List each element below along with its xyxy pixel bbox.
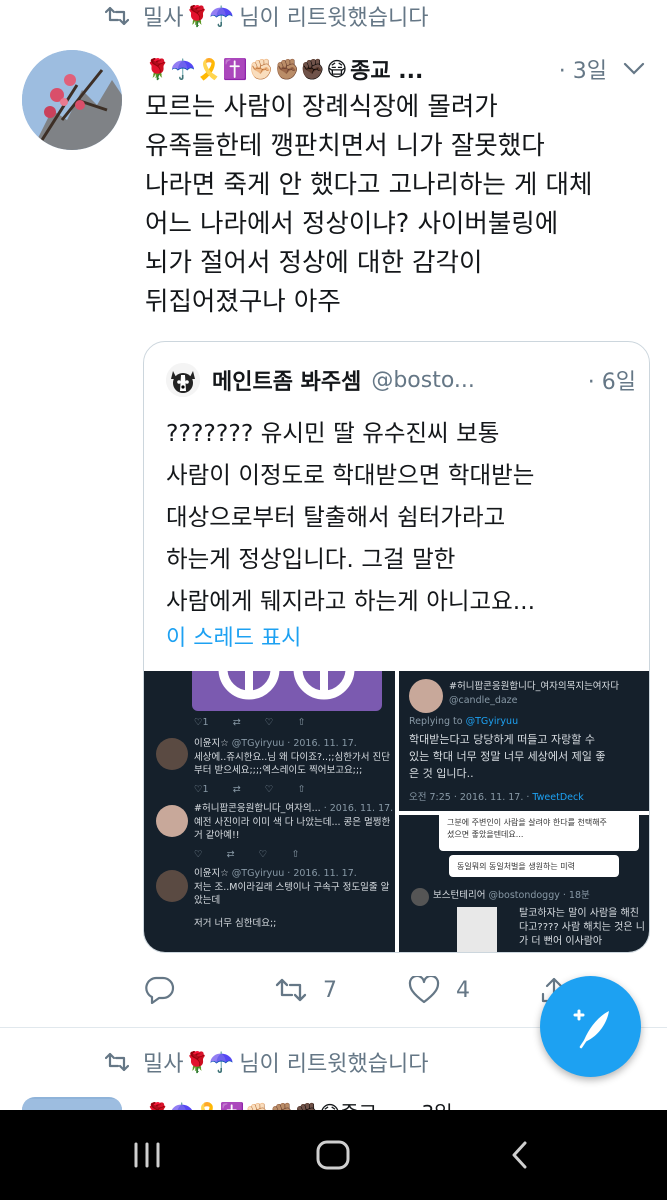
reply-icon <box>145 976 175 1004</box>
mini-body: 탈코하자는 말이 사람을 해친 <box>519 908 639 919</box>
retweet-action-text: 님이 리트윗했습니다 <box>239 6 429 31</box>
retweeter-name[interactable]: 밀사 <box>143 1046 183 1078</box>
mini-body: 학대받는다고 당당하게 떠들고 자랑할 수 <box>409 733 596 746</box>
retweet-action-text: 님이 리트윗했습니다 <box>239 1052 429 1077</box>
media-grid: ♡1 ⇄ ♡ ⇧ 이윤지☆ @TGyiryuu · 2016. 11. 17. … <box>144 671 649 952</box>
mini-avatar <box>156 870 188 902</box>
next-tweet-header: 🌹☂️🎗️✝️✊🏻✊🏽✊🏿😷종교 ... · 3일 <box>145 1097 645 1111</box>
tweet-time[interactable]: · 3일 <box>559 53 607 85</box>
mini-tweet: 보스턴테리어 @bostondoggy · 18분 <box>433 890 590 901</box>
mini-handle: @candle_daze <box>449 695 518 706</box>
retweeter-name[interactable]: 밀사 <box>143 0 183 32</box>
display-name[interactable]: 종교 ... <box>350 53 423 85</box>
mini-avatar <box>409 679 443 713</box>
retweet-icon <box>105 1052 131 1072</box>
quoted-tweet-card[interactable]: 메인트좀 봐주셈 @bosto... · 6일 ??????? 유시민 딸 유수… <box>143 341 650 953</box>
quoted-text-line: 하는게 정상입니다. 그걸 말한 <box>166 545 456 573</box>
mini-text: 그분에 주변인이 사람을 살려야 한다를 천택해주 <box>447 818 607 827</box>
media-image-1[interactable]: ♡1 ⇄ ♡ ⇧ 이윤지☆ @TGyiryuu · 2016. 11. 17. … <box>144 671 395 952</box>
tweet-text-line: 나라면 죽게 안 했다고 고나리하는 게 대체 <box>145 170 593 200</box>
mini-tweet-2: #허니팝콘응원합니다_여자의... · 2016. 11. 17. <box>194 803 394 814</box>
mini-tweet-2-body: 거 같아예!! <box>194 830 240 841</box>
like-button[interactable]: 4 <box>408 968 470 1012</box>
mini-footer: 오전 7:25 · 2016. 11. 17. · TweetDeck <box>409 792 584 803</box>
mini-replying: Replying to @TGyiryuu <box>409 716 519 727</box>
system-navigation-bar <box>0 1110 667 1200</box>
mini-avatar <box>156 805 188 837</box>
mini-action-row: ♡ ⇄ ♡ ⇧ <box>194 849 300 860</box>
retweet-icon <box>105 6 131 26</box>
mini-action-row: ♡1 ⇄ ♡ ⇧ <box>194 784 306 795</box>
compose-tweet-button[interactable] <box>540 976 641 1077</box>
mini-tweet-1-body: 부터 받으세요;;;;엑스레이도 찍어보고요;;; <box>194 765 363 776</box>
mini-name: #허니팝콘응원합니다_여자의목지는여자다 <box>449 681 620 692</box>
mini-body: 다고???? 사람 해치는 것은 니 <box>519 922 645 933</box>
tweet-text: 모르는 사람이 장례식장에 몰려가 유족들한테 깽판치면서 니가 잘못했다 나라… <box>145 88 645 322</box>
heart-icon <box>408 976 440 1004</box>
quoted-tweet-text: ??????? 유시민 딸 유수진씨 보통 사람이 이정도로 학대받으면 학대받… <box>166 412 636 622</box>
mini-tweet-3-body: 저거 너무 심한데요;; <box>194 918 277 929</box>
retweet-button[interactable]: 7 <box>275 968 337 1012</box>
mini-tweet-1-body: 세상에..쥬시한요..님 왜 다이죠?..;;심한가서 진단 <box>194 752 390 763</box>
retweeter-emojis: 🌹☂️ <box>184 4 235 28</box>
quoted-text-line: 사람에게 뒈지라고 하는게 아니고요... <box>166 587 536 615</box>
mini-tweet-3: 이윤지☆ @TGyiryuu · 2016. 11. 17. <box>194 868 357 879</box>
mini-body: 은 것 입니다.. <box>409 767 474 780</box>
avatar[interactable] <box>22 1097 122 1110</box>
quoted-time: · 6일 <box>587 370 636 395</box>
recent-apps-icon[interactable] <box>127 1135 167 1175</box>
mini-body: 있는 학대 너무 정말 너무 세상에서 제일 좋 <box>409 750 606 763</box>
retweet-icon <box>275 978 307 1002</box>
quoted-tweet-header: 메인트좀 봐주셈 @bosto... · 6일 <box>166 360 636 400</box>
compose-icon <box>573 1009 609 1048</box>
mini-avatar <box>156 738 188 770</box>
reply-button[interactable] <box>145 968 187 1012</box>
retweeter-emojis: 🌹☂️ <box>184 1050 235 1074</box>
like-count: 4 <box>456 977 470 1003</box>
mini-tweet-2-body: 예전 사진이라 이미 색 다 나았는데... 콩은 멀쩡한 <box>194 817 391 828</box>
quoted-avatar[interactable] <box>166 363 200 397</box>
quoted-text-line: 사람이 이정도로 학대받으면 학대받는 <box>166 461 535 489</box>
tweet-text-line: 모르는 사람이 장례식장에 몰려가 <box>145 92 498 122</box>
tweet-header: 🌹☂️🎗️✝️✊🏻✊🏽✊🏿😷 종교 ... · 3일 <box>145 50 645 88</box>
mini-avatar <box>411 888 429 906</box>
show-thread-link[interactable]: 이 스레드 표시 <box>166 620 301 652</box>
mini-tweet-1: 이윤지☆ @TGyiryuu · 2016. 11. 17. <box>194 738 357 749</box>
retweet-context: 밀사 🌹☂️ 님이 리트윗했습니다 <box>105 1047 428 1077</box>
tweet-text-line: 뒤집어졌구나 아주 <box>145 287 341 317</box>
retweet-context: 밀사 🌹☂️ 님이 리트윗했습니다 <box>105 1 428 31</box>
tweet-text-line: 뇌가 절어서 정상에 대한 감각이 <box>145 248 483 278</box>
media-image-2[interactable]: #허니팝콘응원합니다_여자의목지는여자다 @candle_daze Replyi… <box>399 671 649 811</box>
quoted-text-line: 대상으로부터 탈출해서 쉼터가라고 <box>166 503 506 531</box>
tweet-text-line: 유족들한테 깽판치면서 니가 잘못했다 <box>145 131 545 161</box>
home-icon[interactable] <box>313 1135 353 1175</box>
mini-tweet-3-body: 았는데 <box>194 895 221 906</box>
mini-text: 셨으면 좋았을텐데요... <box>447 830 524 839</box>
mini-thumbnail <box>457 907 497 952</box>
media-image-3[interactable]: 그분에 주변인이 사람을 살려야 한다를 천택해주 셨으면 좋았을텐데요... … <box>399 815 649 952</box>
avatar[interactable] <box>22 50 122 150</box>
peace-symbol-icon <box>218 671 355 700</box>
mini-body: 가 더 뻔어 이사람아 <box>519 936 603 947</box>
mini-tweet-3-body: 저는 조..M이라길래 스텡이나 구속구 정도일줄 알 <box>194 882 390 893</box>
quoted-handle[interactable]: @bosto... <box>371 368 475 393</box>
tweet-text-line: 어느 나라에서 정상이냐? 사이버불링에 <box>145 209 559 239</box>
retweet-count: 7 <box>323 977 337 1003</box>
name-emojis: 🌹☂️🎗️✝️✊🏻✊🏽✊🏿😷 <box>145 57 349 81</box>
chevron-down-icon[interactable] <box>623 58 645 80</box>
back-icon[interactable] <box>500 1135 540 1175</box>
quoted-text-line: ??????? 유시민 딸 유수진씨 보통 <box>166 419 500 447</box>
mini-action-row: ♡1 ⇄ ♡ ⇧ <box>194 717 306 728</box>
mini-text: 동일뭐의 동일처벌을 생원하는 미력 <box>457 862 576 871</box>
quoted-display-name[interactable]: 메인트좀 봐주셈 <box>212 364 361 396</box>
